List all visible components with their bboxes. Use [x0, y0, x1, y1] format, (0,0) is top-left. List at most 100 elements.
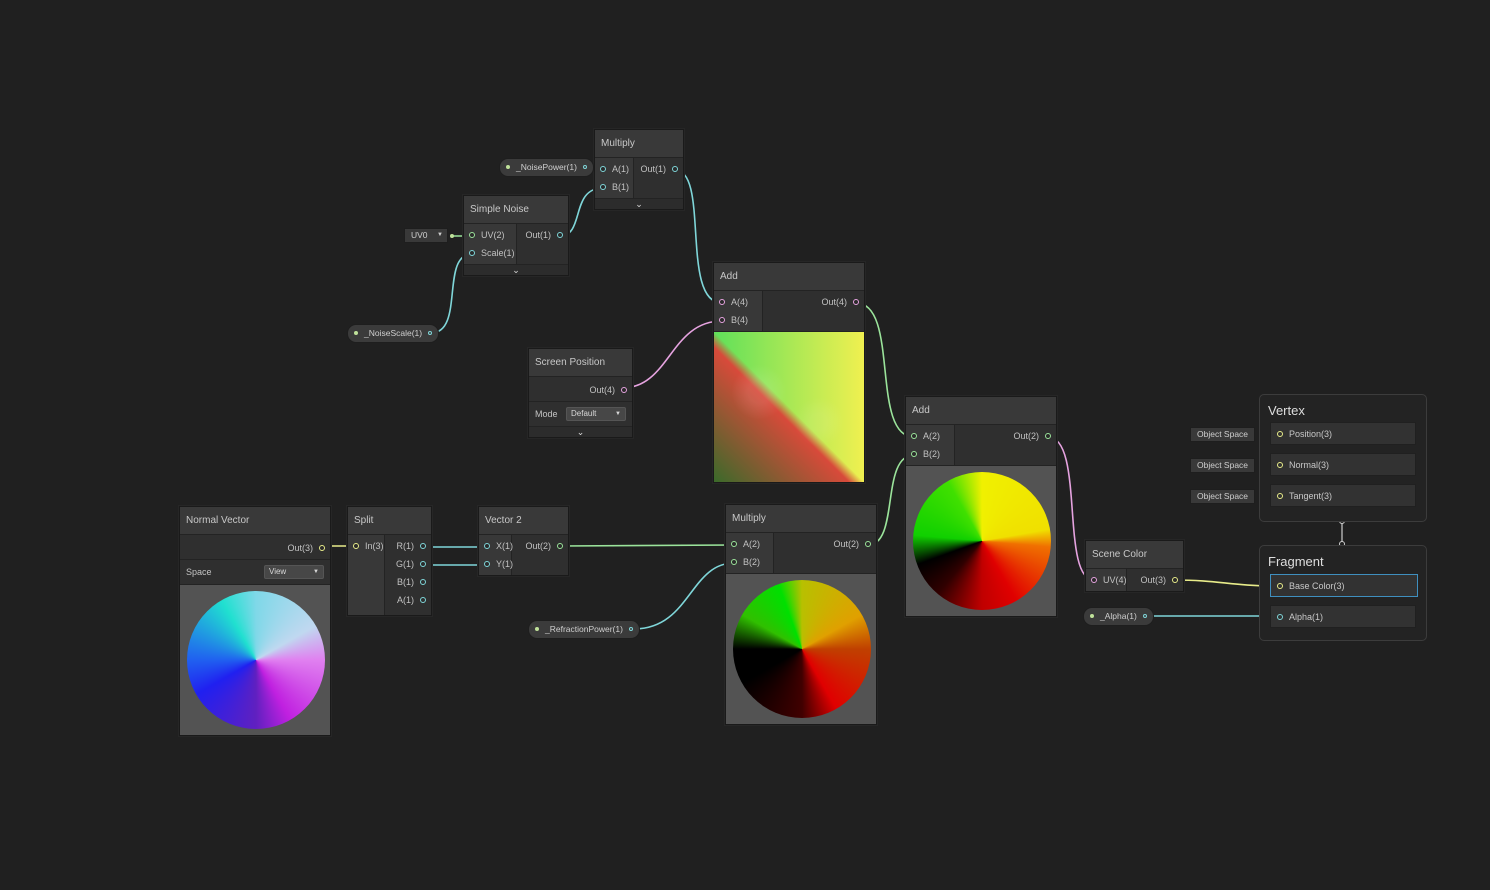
uv-value: UV0 — [411, 230, 428, 240]
vertex-port-tangent[interactable]: Tangent(3) — [1270, 484, 1416, 507]
simple-noise-node[interactable]: Simple Noise UV(2) Scale(1) Out(1) ⌄ — [463, 195, 569, 276]
space-value: View — [269, 567, 287, 576]
input-port-scale[interactable]: Scale(1) — [464, 244, 516, 262]
normal-vector-node[interactable]: Normal Vector Out(3) Space View ▼ — [179, 506, 331, 736]
property-label: _Alpha(1) — [1100, 611, 1137, 621]
output-port[interactable]: Out(2) — [512, 537, 568, 555]
input-port-y[interactable]: Y(1) — [479, 555, 513, 573]
multiply-node-bottom[interactable]: Multiply A(2) B(2) Out(2) — [725, 504, 877, 725]
input-port-b[interactable]: B(2) — [726, 553, 773, 571]
node-preview — [180, 584, 330, 735]
chevron-down-icon[interactable]: ⌄ — [595, 198, 683, 209]
split-node[interactable]: Split In(3) R(1) G(1) B(1) A(1) — [347, 506, 432, 616]
port-label: A(4) — [731, 297, 749, 307]
preview-sphere — [733, 580, 871, 718]
property-label: _NoiseScale(1) — [364, 328, 423, 338]
output-port-a[interactable]: A(1) — [385, 591, 431, 609]
mode-label: Mode — [535, 409, 558, 419]
input-port-a[interactable]: A(1) — [595, 160, 633, 178]
port-label: Base Color(3) — [1289, 581, 1345, 591]
add-node-mid[interactable]: Add A(2) B(2) Out(2) — [905, 396, 1057, 617]
port-label: Out(1) — [640, 164, 666, 174]
node-title[interactable]: Add — [906, 397, 1056, 425]
mode-dropdown[interactable]: Default ▼ — [566, 407, 626, 421]
port-label: A(2) — [923, 431, 941, 441]
output-port-b[interactable]: B(1) — [385, 573, 431, 591]
input-port-in[interactable]: In(3) — [348, 537, 384, 555]
dropdown-arrow-icon: ▼ — [437, 232, 443, 238]
port-label: G(1) — [396, 559, 414, 569]
vertex-port-normal[interactable]: Normal(3) — [1270, 453, 1416, 476]
input-port-b[interactable]: B(2) — [906, 445, 954, 463]
output-port[interactable]: Out(2) — [774, 535, 876, 553]
port-label: Out(1) — [525, 230, 551, 240]
property-alpha[interactable]: _Alpha(1) — [1083, 607, 1154, 626]
output-port[interactable]: Out(3) — [180, 539, 330, 557]
output-port[interactable]: Out(3) — [1127, 571, 1183, 589]
space-label: Space — [186, 567, 212, 577]
node-title[interactable]: Simple Noise — [464, 196, 568, 224]
fragment-port-alpha[interactable]: Alpha(1) — [1270, 605, 1416, 628]
output-port[interactable]: Out(1) — [634, 160, 683, 178]
add-node-top[interactable]: Add A(4) B(4) Out(4) — [713, 262, 865, 483]
vertex-port-position[interactable]: Position(3) — [1270, 422, 1416, 445]
node-title[interactable]: Normal Vector — [180, 507, 330, 535]
screen-position-node[interactable]: Screen Position Out(4) Mode Default ▼ ⌄ — [528, 348, 633, 438]
port-label: Scale(1) — [481, 248, 515, 258]
fragment-context[interactable]: Fragment Base Color(3) Alpha(1) — [1259, 545, 1427, 641]
chevron-down-icon[interactable]: ⌄ — [464, 264, 568, 275]
input-port-uv[interactable]: UV(2) — [464, 226, 516, 244]
port-label: B(2) — [743, 557, 761, 567]
wire-screenpos-to-add — [621, 320, 723, 389]
input-port-b[interactable]: B(1) — [595, 178, 633, 196]
chevron-down-icon[interactable]: ⌄ — [529, 426, 632, 437]
input-port-uv[interactable]: UV(4) — [1086, 571, 1127, 589]
input-port-b[interactable]: B(4) — [714, 311, 762, 329]
uv-channel-dropdown[interactable]: UV0 ▼ — [404, 228, 448, 243]
object-space-tangent[interactable]: Object Space — [1190, 489, 1256, 504]
port-label: Out(4) — [821, 297, 847, 307]
output-port[interactable]: Out(2) — [955, 427, 1056, 445]
output-port-r[interactable]: R(1) — [385, 537, 431, 555]
port-label: Out(2) — [525, 541, 551, 551]
multiply-node-top[interactable]: Multiply A(1) B(1) Out(1) ⌄ — [594, 129, 684, 210]
node-title[interactable]: Add — [714, 263, 864, 291]
output-port[interactable]: Out(4) — [529, 381, 632, 399]
node-title[interactable]: Scene Color — [1086, 541, 1183, 569]
node-title[interactable]: Split — [348, 507, 431, 535]
node-title[interactable]: Multiply — [595, 130, 683, 158]
input-port-a[interactable]: A(4) — [714, 293, 762, 311]
vector2-node[interactable]: Vector 2 X(1) Y(1) Out(2) — [478, 506, 569, 576]
property-refraction-power[interactable]: _RefractionPower(1) — [528, 620, 640, 639]
port-label: Out(2) — [1013, 431, 1039, 441]
port-label: A(2) — [743, 539, 761, 549]
object-space-position[interactable]: Object Space — [1190, 427, 1256, 442]
vertex-context[interactable]: Vertex Position(3) Normal(3) Tangent(3) — [1259, 394, 1427, 522]
node-title[interactable]: Vector 2 — [479, 507, 568, 535]
node-title[interactable]: Screen Position — [529, 349, 632, 377]
port-label: UV(2) — [481, 230, 505, 240]
node-title[interactable]: Multiply — [726, 505, 876, 533]
port-label: Out(2) — [833, 539, 859, 549]
object-space-normal[interactable]: Object Space — [1190, 458, 1256, 473]
port-label: A(1) — [396, 595, 414, 605]
scene-color-node[interactable]: Scene Color UV(4) Out(3) — [1085, 540, 1184, 592]
property-noise-scale[interactable]: _NoiseScale(1) — [347, 324, 440, 343]
output-port[interactable]: Out(1) — [517, 226, 568, 244]
input-port-a[interactable]: A(2) — [906, 427, 954, 445]
property-noise-power[interactable]: _NoisePower(1) — [499, 158, 594, 177]
input-port-a[interactable]: A(2) — [726, 535, 773, 553]
mode-row: Mode Default ▼ — [529, 401, 632, 426]
output-port-g[interactable]: G(1) — [385, 555, 431, 573]
fragment-port-base-color[interactable]: Base Color(3) — [1270, 574, 1418, 597]
port-label: Tangent(3) — [1289, 491, 1333, 501]
port-label: X(1) — [496, 541, 514, 551]
input-port-x[interactable]: X(1) — [479, 537, 514, 555]
wire-refraction-to-multiply — [633, 562, 735, 630]
port-label: Out(3) — [1140, 575, 1166, 585]
wire-vector2-to-multiply — [559, 544, 735, 547]
mode-value: Default — [571, 409, 597, 418]
output-port[interactable]: Out(4) — [763, 293, 864, 311]
space-dropdown[interactable]: View ▼ — [264, 565, 324, 579]
node-preview — [906, 465, 1056, 616]
